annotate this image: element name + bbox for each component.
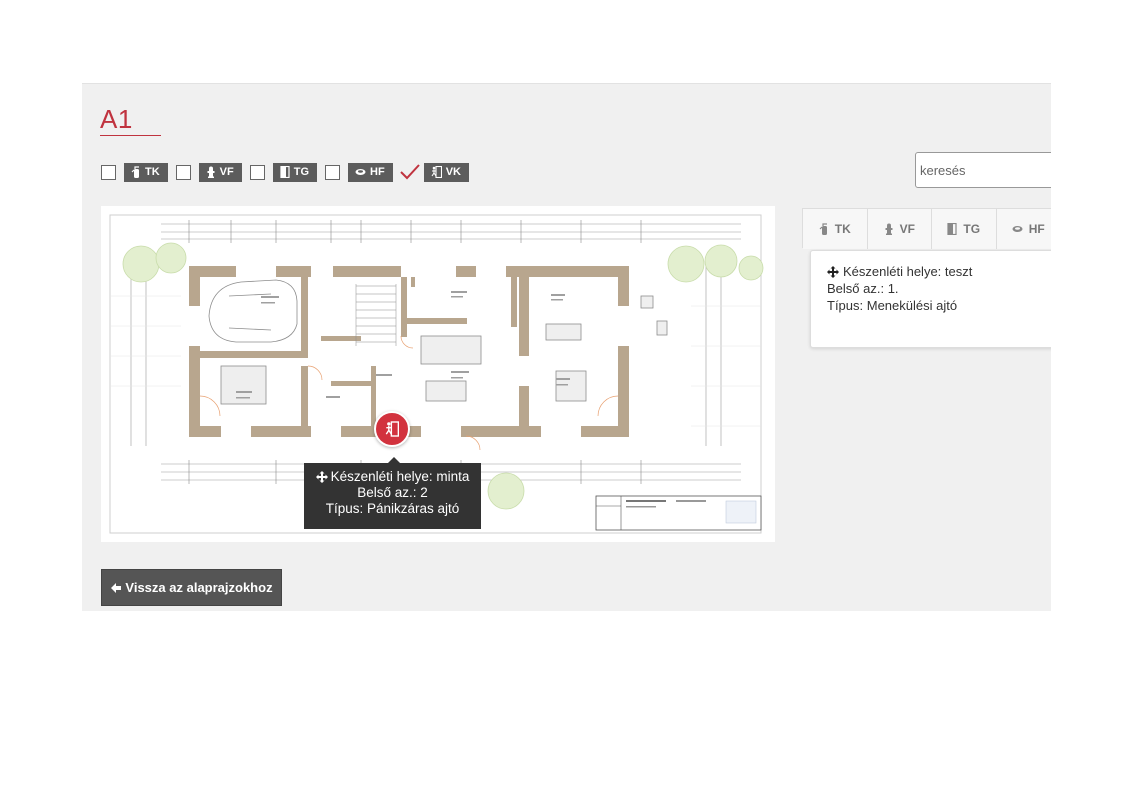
tab-tg-label: TG bbox=[963, 222, 981, 236]
filter-bar: TK VF TG HF VK bbox=[101, 162, 477, 182]
tab-tk-label: TK bbox=[834, 222, 851, 236]
door-icon bbox=[280, 166, 290, 178]
filter-vk-label: VK bbox=[445, 166, 461, 178]
tooltip-internal-id: Belső az.: 2 bbox=[357, 485, 428, 500]
fire-extinguisher-icon bbox=[819, 223, 827, 235]
filter-hf[interactable]: HF bbox=[325, 162, 393, 182]
filter-hf-label: HF bbox=[370, 166, 385, 178]
marker-tooltip: Készenléti helye: minta Belső az.: 2 Típ… bbox=[304, 457, 481, 529]
move-icon bbox=[315, 471, 328, 483]
arrow-left-icon bbox=[111, 582, 122, 593]
info-type: Típus: Menekülési ajtó bbox=[827, 298, 958, 313]
filter-vf-badge: VF bbox=[198, 162, 242, 182]
info-location-row: Készenléti helye: teszt bbox=[827, 263, 1051, 280]
door-icon bbox=[947, 223, 958, 235]
info-card: Készenléti helye: teszt Belső az.: 1. Tí… bbox=[810, 250, 1051, 348]
tooltip-type: Típus: Pánikzáras ajtó bbox=[325, 501, 460, 516]
filter-tg-badge: TG bbox=[272, 162, 318, 182]
filter-tk-badge: TK bbox=[124, 162, 168, 182]
filter-vf[interactable]: VF bbox=[175, 162, 242, 182]
filter-vf-label: VF bbox=[219, 166, 234, 178]
tab-vf-label: VF bbox=[899, 222, 915, 236]
tab-vf[interactable]: VF bbox=[867, 209, 932, 249]
filter-vk-badge: VK bbox=[423, 162, 469, 182]
smoke-detector-icon bbox=[1012, 226, 1023, 232]
hydrant-icon bbox=[885, 223, 893, 235]
emergency-exit-marker[interactable] bbox=[374, 411, 410, 447]
filter-tk-label: TK bbox=[145, 166, 160, 178]
tab-hf-label: HF bbox=[1028, 222, 1045, 236]
back-button[interactable]: Vissza az alaprajzokhoz bbox=[101, 569, 282, 606]
filter-tg-checkbox[interactable] bbox=[249, 164, 265, 180]
tooltip-location: Készenléti helye: minta bbox=[330, 469, 470, 484]
tab-tk[interactable]: TK bbox=[803, 209, 868, 249]
tab-tg[interactable]: TG bbox=[932, 209, 997, 249]
search-input[interactable] bbox=[915, 152, 1051, 188]
filter-tk[interactable]: TK bbox=[101, 162, 168, 182]
filter-tg[interactable]: TG bbox=[249, 162, 318, 182]
filter-vk[interactable]: VK bbox=[399, 162, 469, 182]
hydrant-icon bbox=[207, 166, 215, 178]
emergency-exit-icon bbox=[385, 421, 399, 437]
tooltip-location-row: Készenléti helye: minta bbox=[304, 469, 481, 485]
page-title: A1 bbox=[100, 104, 161, 136]
filter-hf-checkbox[interactable] bbox=[325, 164, 341, 180]
filter-vf-checkbox[interactable] bbox=[175, 164, 191, 180]
smoke-detector-icon bbox=[355, 169, 366, 175]
back-button-label: Vissza az alaprajzokhoz bbox=[125, 580, 273, 595]
info-internal-id: Belső az.: 1. bbox=[827, 281, 899, 296]
move-icon bbox=[827, 265, 839, 278]
floor-plan[interactable]: Készenléti helye: minta Belső az.: 2 Típ… bbox=[101, 206, 775, 542]
tooltip-arrow bbox=[388, 457, 400, 463]
checkmark-icon[interactable] bbox=[399, 162, 421, 182]
emergency-exit-icon bbox=[431, 166, 442, 178]
main-panel: A1 TK VF TG HF VK keresés Készenléti hel… bbox=[82, 83, 1051, 611]
category-tabs: TK VF TG HF bbox=[802, 208, 1051, 249]
fire-extinguisher-icon bbox=[131, 166, 139, 178]
filter-hf-badge: HF bbox=[348, 162, 393, 182]
filter-tk-checkbox[interactable] bbox=[101, 164, 116, 180]
filter-tg-label: TG bbox=[293, 166, 310, 178]
tab-hf[interactable]: HF bbox=[996, 209, 1051, 249]
info-location: Készenléti helye: teszt bbox=[843, 264, 973, 279]
